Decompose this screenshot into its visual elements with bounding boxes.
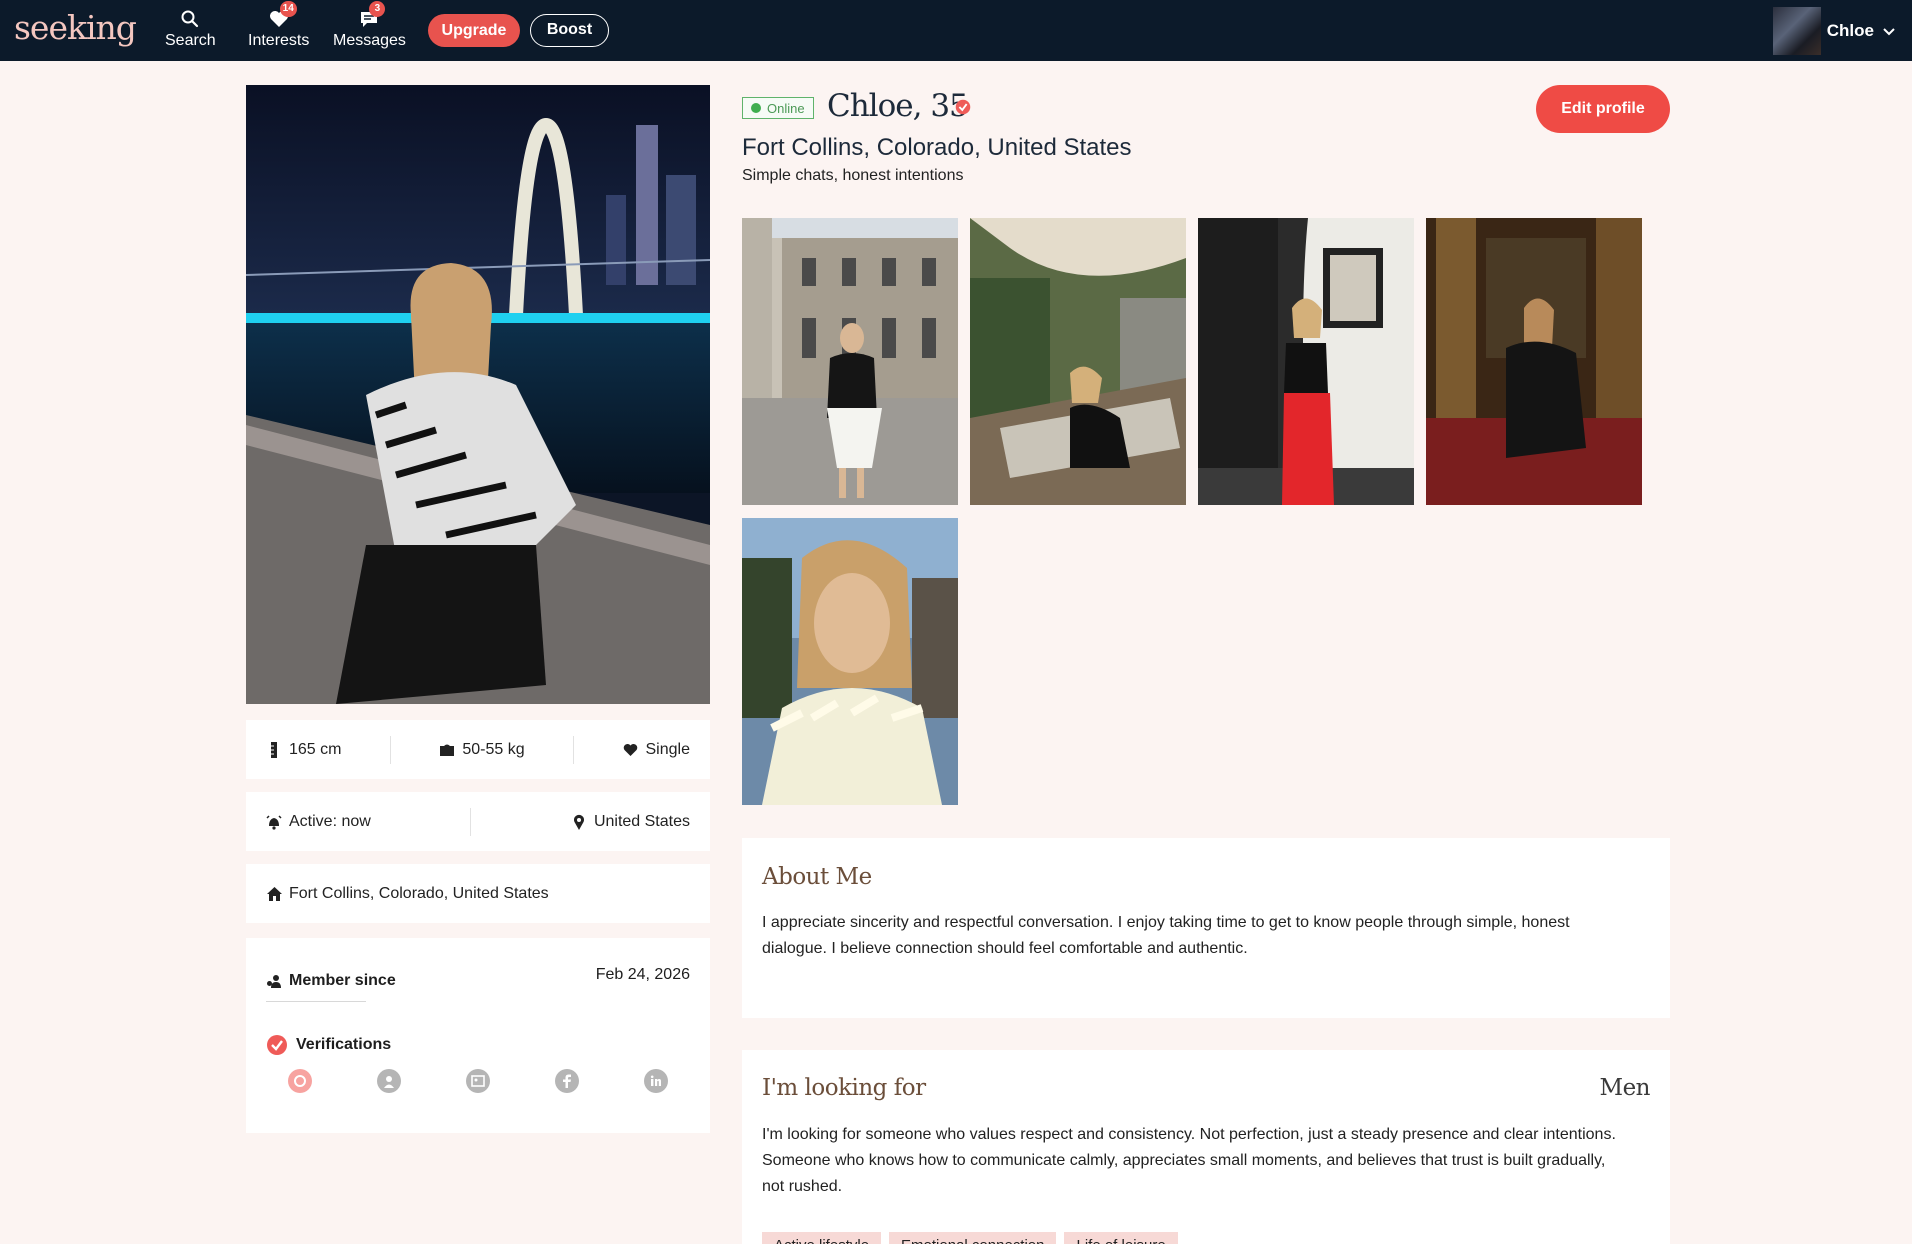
search-icon: [177, 8, 203, 30]
verification-icons: [288, 1069, 668, 1093]
interest-tag[interactable]: Active lifestyle: [762, 1232, 882, 1244]
chat-icon: 3: [356, 1, 386, 30]
divider: [389, 735, 391, 764]
nav-messages[interactable]: 3 Messages: [333, 1, 406, 50]
online-status-label: Online: [767, 100, 805, 116]
profile-verification-icon[interactable]: [377, 1069, 401, 1093]
member-since-date: Feb 24, 2026: [595, 966, 690, 983]
upgrade-button[interactable]: Upgrade: [428, 14, 520, 47]
facebook-icon[interactable]: [555, 1069, 579, 1093]
verified-check-icon: [266, 1034, 288, 1056]
boost-button[interactable]: Boost: [530, 14, 609, 47]
active-value: Active: now: [289, 812, 371, 830]
looking-for-title: I'm looking for: [762, 1075, 926, 1101]
chevron-down-icon: [1882, 27, 1896, 36]
divider: [266, 1001, 366, 1002]
member-since-title: Member since: [266, 972, 396, 990]
gallery-photo-3[interactable]: [1198, 218, 1414, 505]
about-me-title: About Me: [762, 864, 872, 890]
divider: [470, 807, 472, 836]
edit-profile-button[interactable]: Edit profile: [1536, 85, 1670, 133]
main-profile-photo[interactable]: [246, 85, 710, 704]
gallery-photo-5[interactable]: [742, 518, 958, 805]
interest-tags: Active lifestyle Emotional connection Li…: [762, 1232, 1178, 1244]
linkedin-icon[interactable]: [644, 1069, 668, 1093]
member-since-row: Member since Feb 24, 2026: [266, 966, 690, 990]
home-icon: [266, 886, 282, 902]
profile-name-age: Chloe, 35: [827, 88, 969, 124]
nav-search-label: Search: [165, 32, 216, 49]
member-since-label: Member since: [289, 972, 396, 989]
height-value: 165 cm: [289, 740, 342, 758]
heart-icon: [622, 742, 638, 758]
divider: [573, 735, 575, 764]
gallery-photo-2[interactable]: [970, 218, 1186, 505]
height-stat: 165 cm: [266, 741, 341, 759]
ruler-icon: [266, 741, 282, 758]
relationship-value: Single: [645, 740, 690, 758]
seeking-logo[interactable]: seeking: [14, 8, 137, 47]
active-stat: Active: now: [266, 813, 371, 831]
verifications-label: Verifications: [296, 1036, 392, 1053]
verifications-title: Verifications: [266, 1034, 391, 1056]
interests-badge: 14: [279, 1, 297, 17]
user-menu[interactable]: Chloe: [1772, 7, 1896, 55]
about-me-text: I appreciate sincerity and respectful co…: [762, 914, 1570, 957]
heart-icon: 14: [266, 1, 297, 30]
online-status-badge: Online: [742, 97, 814, 119]
avatar: [1772, 7, 1821, 55]
verified-badge-icon: [955, 99, 971, 120]
city-card: Fort Collins, Colorado, United States: [246, 864, 710, 923]
country-value: United States: [593, 812, 690, 830]
looking-for-text: I'm looking for someone who values respe…: [762, 1126, 1616, 1195]
profile-location: Fort Collins, Colorado, United States: [742, 134, 1132, 161]
about-me-section: About Me I appreciate sincerity and resp…: [742, 838, 1670, 1018]
membership-card: Member since Feb 24, 2026 Verifications: [246, 938, 710, 1133]
nav-interests-label: Interests: [248, 32, 310, 49]
gallery-photo-1[interactable]: [742, 218, 958, 505]
stats-card: 165 cm 50-55 kg Single: [246, 720, 710, 779]
id-verification-icon[interactable]: [466, 1069, 490, 1093]
messages-badge: 3: [369, 1, 386, 17]
gallery-photo-4[interactable]: [1426, 218, 1642, 505]
users-icon: [266, 973, 282, 989]
city-stat: Fort Collins, Colorado, United States: [266, 885, 549, 903]
online-dot: [751, 103, 761, 113]
relationship-stat: Single: [622, 740, 690, 759]
top-navigation: seeking Search 14 Interests 3 Messages U…: [0, 0, 1912, 61]
photo-verification-icon[interactable]: [288, 1069, 312, 1093]
weight-stat: 50-55 kg: [439, 740, 525, 759]
scale-icon: [439, 742, 455, 758]
nav-search[interactable]: Search: [165, 8, 216, 50]
weight-value: 50-55 kg: [462, 740, 525, 758]
nav-interests[interactable]: 14 Interests: [248, 1, 310, 50]
nav-messages-label: Messages: [333, 32, 406, 49]
seeking-gender: Men: [1599, 1075, 1651, 1101]
country-stat: United States: [571, 813, 690, 831]
bell-icon: [266, 814, 282, 830]
activity-card: Active: now United States: [246, 792, 710, 851]
looking-for-section: I'm looking for Men I'm looking for some…: [742, 1050, 1670, 1244]
user-name: Chloe: [1826, 21, 1874, 40]
interest-tag[interactable]: Emotional connection: [889, 1232, 1057, 1244]
interest-tag[interactable]: Life of leisure: [1064, 1232, 1178, 1244]
city-value: Fort Collins, Colorado, United States: [289, 884, 549, 902]
profile-tagline: Simple chats, honest intentions: [742, 167, 964, 184]
location-pin-icon: [571, 814, 587, 830]
